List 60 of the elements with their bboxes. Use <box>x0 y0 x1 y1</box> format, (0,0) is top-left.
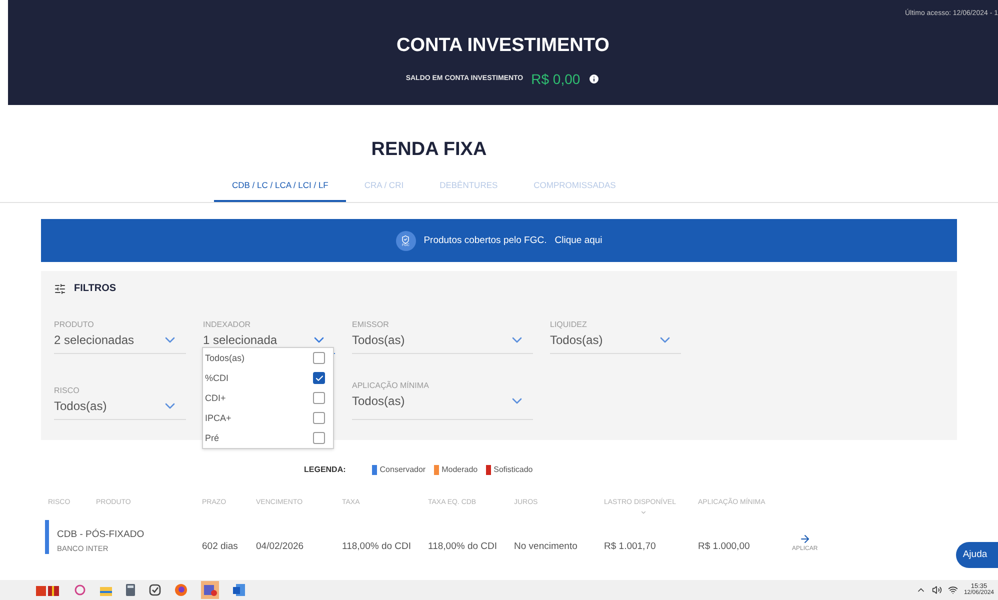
select-field[interactable]: APLICAÇÃO MÍNIMA Todos(as) <box>352 380 533 420</box>
field-label: LIQUIDEZ <box>550 319 588 332</box>
category-tab[interactable]: CDB / LC / LCA / LCI / LF <box>214 178 346 202</box>
field-value: 2 selecionadas <box>54 332 134 350</box>
select-field[interactable]: RISCO Todos(as) <box>54 385 186 420</box>
checkbox[interactable] <box>313 352 325 364</box>
table-cell-text: R$ 1.001,70 <box>604 540 657 554</box>
select-field[interactable]: EMISSOR Todos(as) <box>352 319 533 354</box>
arrow-right-icon <box>798 532 811 545</box>
folder-icon[interactable] <box>100 584 112 596</box>
select-field[interactable]: PRODUTO 2 selecionadas <box>54 319 186 354</box>
dropdown-option[interactable]: %CDI <box>203 368 333 388</box>
balance-amount: R$ 0,00 <box>531 70 580 88</box>
option-label: CDI+ <box>205 392 226 404</box>
gift-icon[interactable] <box>36 583 60 597</box>
checkbox[interactable] <box>313 392 325 404</box>
field-label: EMISSOR <box>352 319 390 332</box>
legend-label: Conservador <box>380 464 426 476</box>
option-label: Todos(as) <box>205 352 245 365</box>
field-label: APLICAÇÃO MÍNIMA <box>352 380 430 392</box>
browser-icon[interactable] <box>175 584 187 596</box>
section-title: RENDA FIXA <box>371 138 487 162</box>
dropdown-option[interactable]: Pré <box>203 428 333 448</box>
table-cell-text: 118,00% do CDI <box>342 540 412 554</box>
banner-text: Produtos cobertos pelo FGC. <box>424 234 547 248</box>
filters-title: FILTROS <box>74 282 116 296</box>
field-value: Todos(as) <box>54 398 107 416</box>
checkbox[interactable] <box>313 372 325 384</box>
info-icon[interactable] <box>588 73 600 85</box>
wifi-icon[interactable] <box>948 585 958 595</box>
checkbox[interactable] <box>313 432 325 444</box>
product-name: CDB - PÓS-FIXADO <box>57 528 146 542</box>
field-label: RISCO <box>54 385 80 398</box>
checkbox[interactable] <box>313 412 325 424</box>
help-button[interactable]: Ajuda <box>956 542 998 568</box>
table-cell-text: No vencimento <box>514 540 578 554</box>
dropdown-option[interactable]: IPCA+ <box>203 408 333 428</box>
legend-title: LEGENDA: <box>304 464 346 476</box>
page-title: CONTA INVESTIMENTO <box>396 34 610 58</box>
table-cell-text: 118,00% do CDI <box>428 540 498 554</box>
banner-link[interactable]: Clique aqui <box>554 234 602 248</box>
filters-icon <box>54 282 66 295</box>
field-label: INDEXADOR <box>203 319 252 332</box>
field-value: 1 selecionada <box>203 332 278 350</box>
field-value: Todos(as) <box>550 332 603 350</box>
legend-label: Moderado <box>442 464 478 476</box>
option-label: %CDI <box>205 372 229 384</box>
option-label: IPCA+ <box>205 412 232 424</box>
field-value: Todos(as) <box>352 332 405 350</box>
legend-label: Sofisticado <box>494 464 533 476</box>
field-value: Todos(as) <box>352 393 405 410</box>
calculator-icon[interactable] <box>126 584 135 596</box>
option-label: Pré <box>205 432 220 444</box>
table-cell-text: 04/02/2026 <box>256 540 305 554</box>
table-cell-text: 602 dias <box>202 540 239 554</box>
select-field[interactable]: LIQUIDEZ Todos(as) <box>550 319 681 354</box>
speaker-icon[interactable] <box>932 585 942 595</box>
field-label: PRODUTO <box>54 319 95 332</box>
table-cell-text: R$ 1.000,00 <box>698 540 751 554</box>
dropdown-option[interactable]: CDI+ <box>203 388 333 408</box>
